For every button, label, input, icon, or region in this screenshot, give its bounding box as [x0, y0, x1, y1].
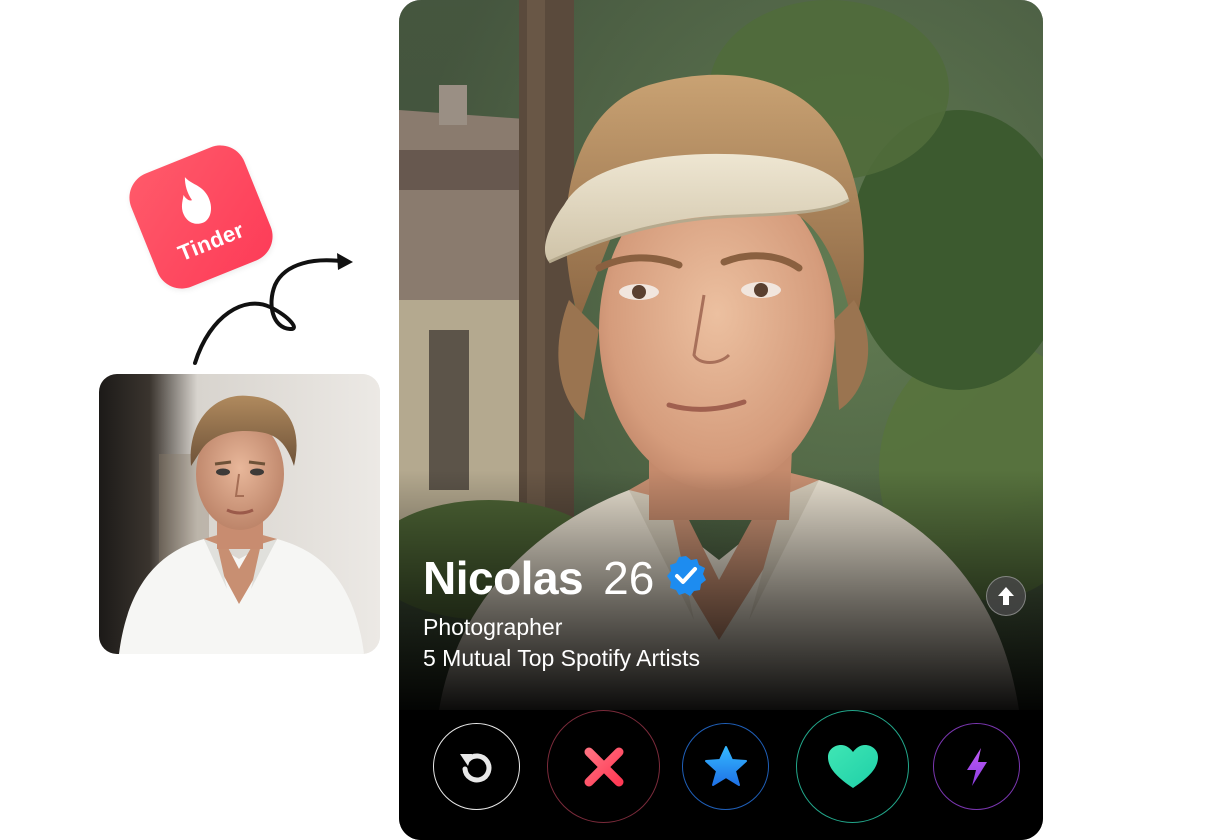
- rewind-button[interactable]: [433, 723, 520, 810]
- name-line: Nicolas 26: [423, 548, 708, 608]
- expand-profile-button[interactable]: [986, 576, 1026, 616]
- lightning-bolt-icon: [966, 747, 987, 786]
- mutual-artists: 5 Mutual Top Spotify Artists: [423, 645, 700, 671]
- source-photo: [99, 374, 380, 654]
- close-x-icon: [584, 747, 623, 786]
- action-bar: [399, 710, 1043, 840]
- profile-name: Nicolas: [423, 552, 584, 604]
- like-button[interactable]: [796, 710, 909, 823]
- profile-job: Photographer: [423, 614, 563, 640]
- squiggle-arrow-icon: [193, 253, 353, 365]
- star-icon: [704, 745, 747, 786]
- super-like-button[interactable]: [682, 723, 769, 810]
- profile-card[interactable]: Nicolas 26 Photographer 5 Mutual Top Spo…: [399, 0, 1043, 840]
- profile-age: 26: [603, 552, 655, 604]
- nope-button[interactable]: [547, 710, 660, 823]
- verified-badge-icon: [667, 556, 707, 596]
- profile-info: Nicolas 26 Photographer 5 Mutual Top Spo…: [423, 548, 708, 672]
- arrow-up-icon: [998, 587, 1014, 605]
- heart-icon: [827, 744, 878, 788]
- rewind-icon: [459, 753, 491, 782]
- boost-button[interactable]: [933, 723, 1020, 810]
